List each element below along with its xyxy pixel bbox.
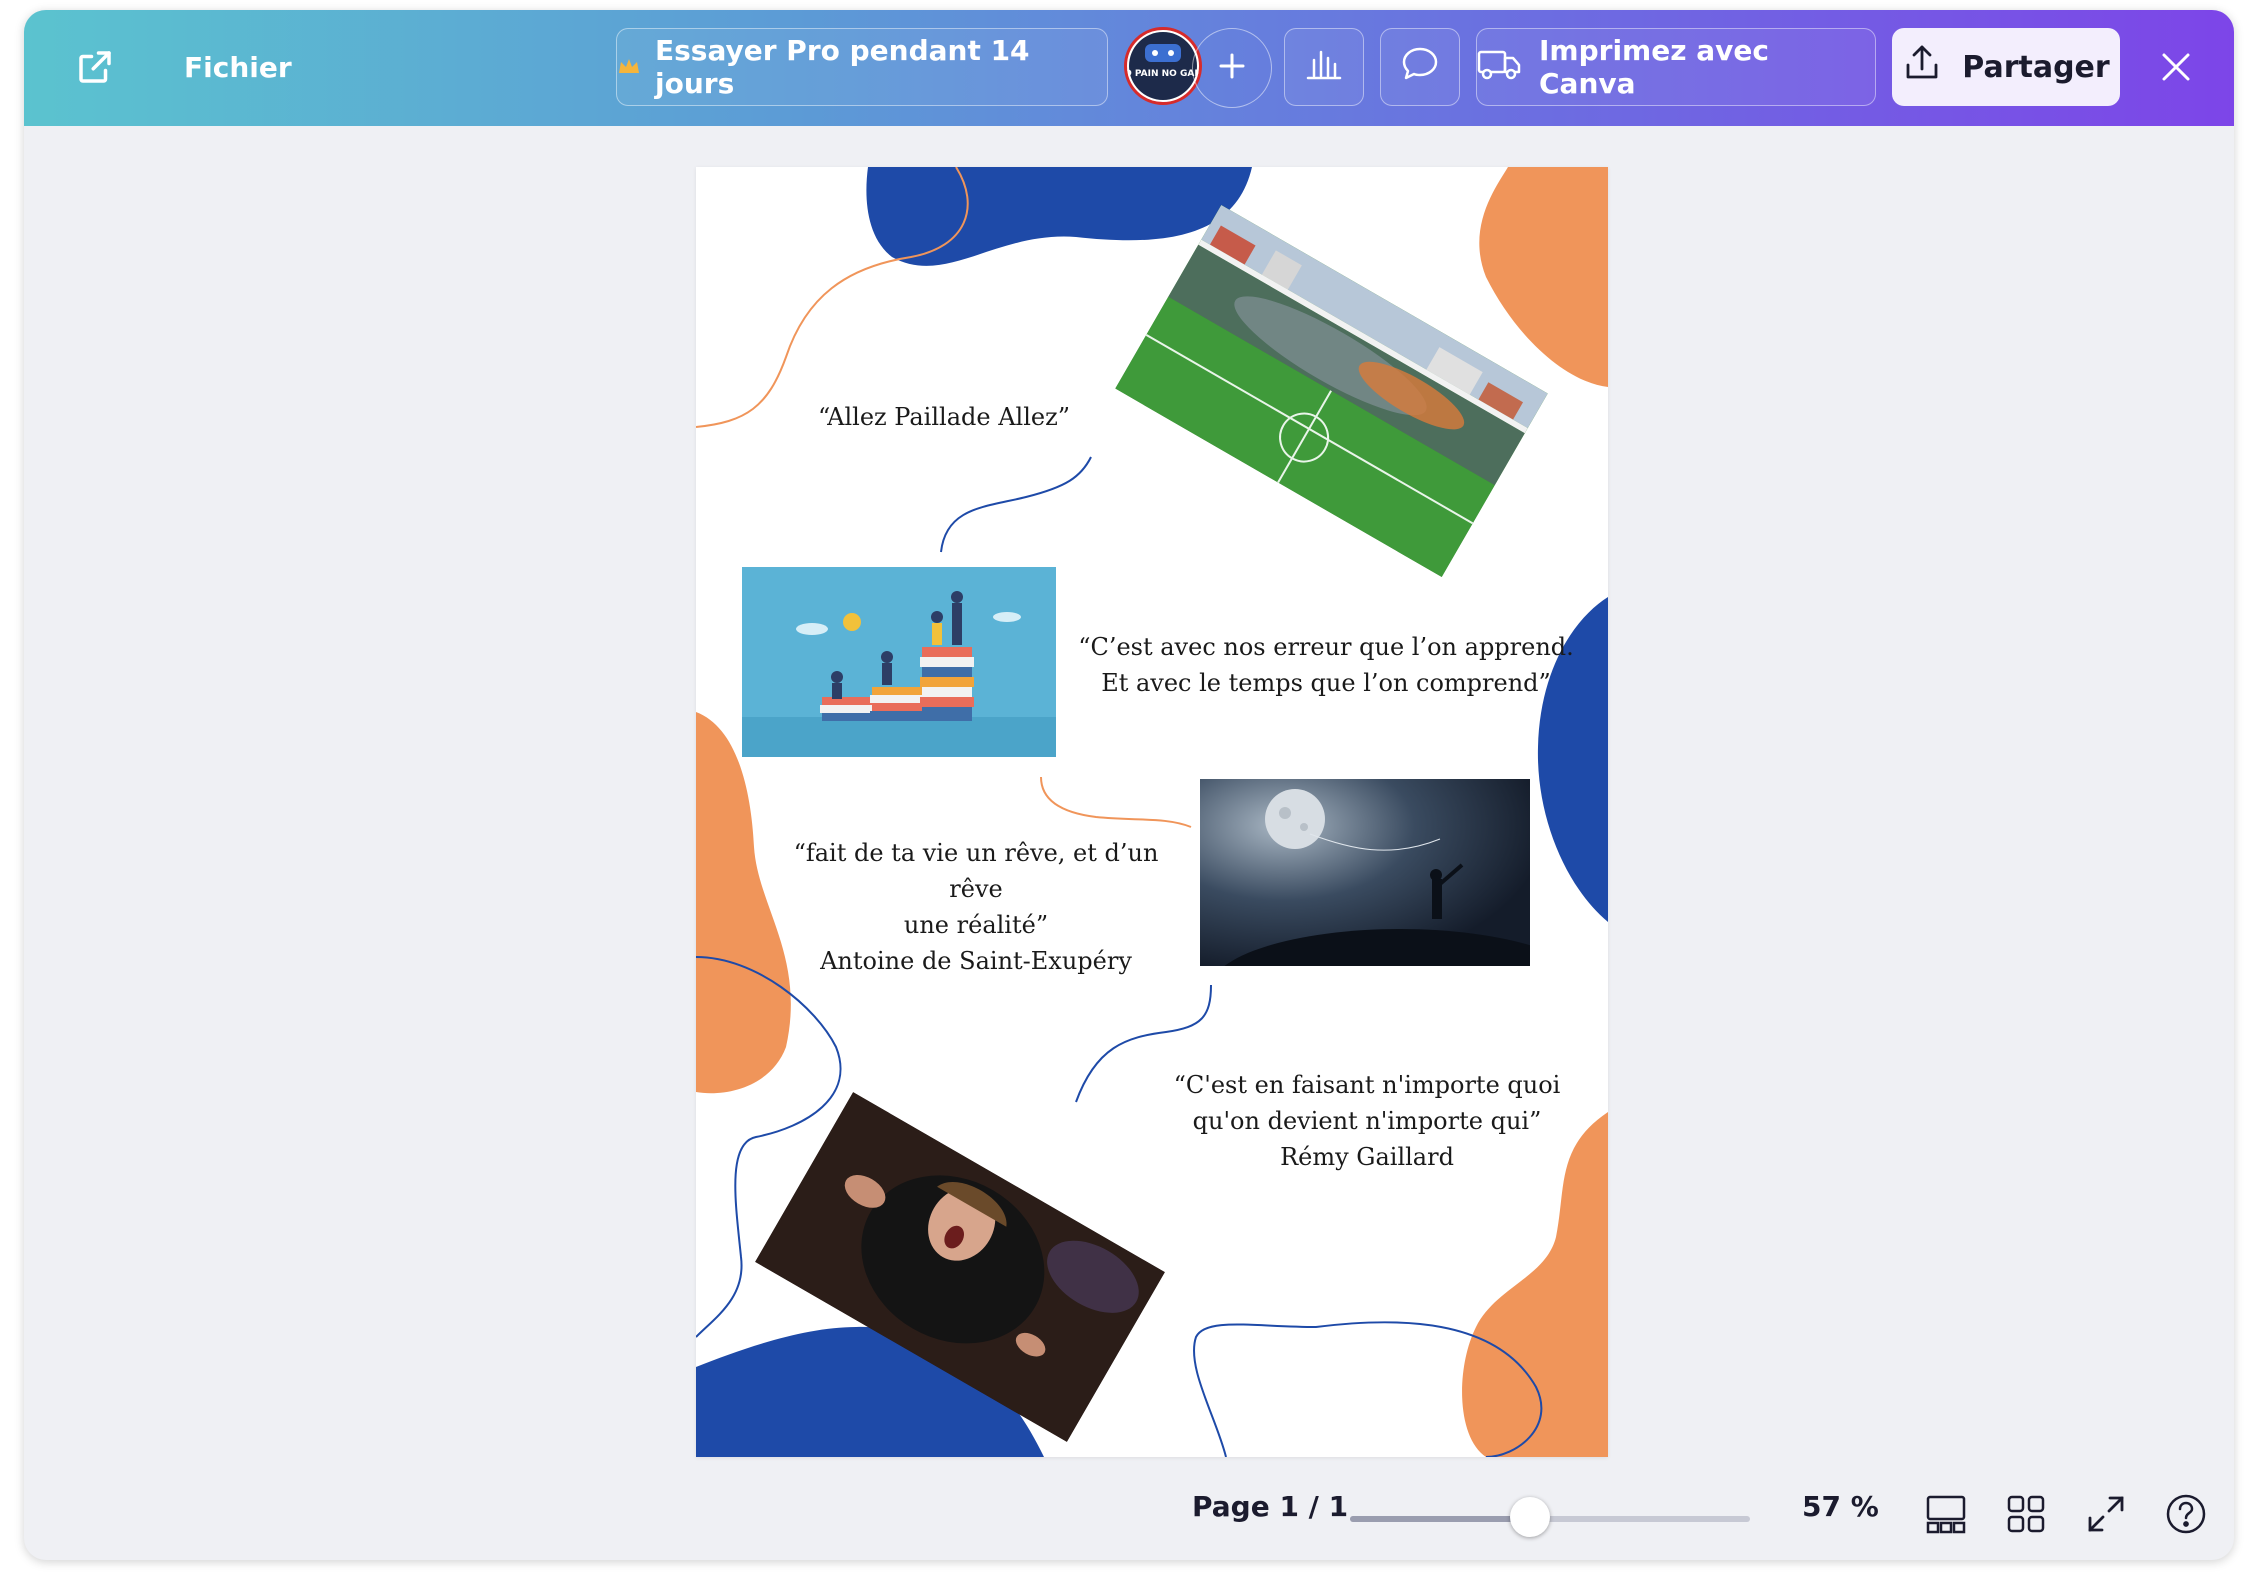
add-collaborator-button[interactable] — [1192, 28, 1272, 108]
comments-button[interactable] — [1380, 28, 1460, 106]
quote-allez-paillade[interactable]: “Allez Paillade Allez” — [774, 399, 1114, 435]
quote-erreur[interactable]: “C’est avec nos erreur que l’on apprend.… — [1066, 629, 1586, 701]
plus-icon — [1217, 51, 1247, 85]
truck-icon — [1477, 48, 1521, 87]
bar-chart-icon — [1304, 46, 1344, 89]
quote-line: une réalité” — [903, 911, 1049, 939]
quote-line: “fait de ta vie un rêve, et d’un rêve — [793, 839, 1159, 903]
share-label: Partager — [1962, 49, 2110, 85]
file-menu[interactable]: Fichier — [184, 28, 292, 106]
help-icon[interactable] — [2164, 1492, 2208, 1536]
quote-remy-gaillard[interactable]: “C'est en faisant n'importe quoi qu'on d… — [1162, 1067, 1572, 1175]
zoom-slider[interactable] — [1350, 1497, 1750, 1537]
avatar-logo-text: NO PAIN NO GAME — [1127, 69, 1199, 79]
page-view-icon[interactable] — [1924, 1492, 1968, 1536]
print-label: Imprimez avec Canva — [1539, 34, 1769, 100]
quote-author: Antoine de Saint-Exupéry — [820, 947, 1132, 975]
books-illustration[interactable] — [742, 567, 1056, 757]
zoom-slider-handle[interactable] — [1510, 1497, 1550, 1537]
avatar[interactable]: NO PAIN NO GAME — [1124, 27, 1202, 105]
close-icon[interactable] — [2158, 28, 2202, 106]
quote-line: “C'est en faisant n'importe quoi — [1173, 1071, 1561, 1099]
quote-line: Et avec le temps que l’on comprend” — [1101, 669, 1551, 697]
page-indicator[interactable]: Page 1 / 1 — [1192, 1490, 1348, 1523]
external-link-icon[interactable] — [74, 28, 124, 106]
fullscreen-icon[interactable] — [2084, 1492, 2128, 1536]
print-with-canva-button[interactable]: Imprimez avec Canva — [1476, 28, 1876, 106]
quote-saint-exupery[interactable]: “fait de ta vie un rêve, et d’un rêve un… — [766, 835, 1186, 979]
try-pro-label: Essayer Pro pendant 14 jours — [655, 34, 1030, 100]
zoom-slider-fill — [1350, 1516, 1530, 1522]
quote-line: “Allez Paillade Allez” — [817, 403, 1071, 431]
canva-window: Fichier Essayer Pro pendant 14 jours NO … — [24, 10, 2234, 1560]
share-button[interactable]: Partager — [1892, 28, 2120, 106]
quote-line: qu'on devient n'importe qui” — [1192, 1107, 1542, 1135]
try-pro-button[interactable]: Essayer Pro pendant 14 jours — [616, 28, 1108, 106]
upload-icon — [1902, 43, 1942, 91]
grid-view-icon[interactable] — [2004, 1492, 2048, 1536]
comment-icon — [1400, 45, 1440, 90]
insights-button[interactable] — [1284, 28, 1364, 106]
quote-line: “C’est avec nos erreur que l’on apprend. — [1078, 633, 1574, 661]
moon-photo[interactable] — [1200, 779, 1530, 966]
zoom-level[interactable]: 57 % — [1802, 1490, 1879, 1523]
top-toolbar: Fichier Essayer Pro pendant 14 jours NO … — [24, 10, 2234, 126]
quote-author: Rémy Gaillard — [1280, 1143, 1454, 1171]
crown-icon — [617, 51, 641, 84]
design-page[interactable]: “Allez Paillade Allez” “C’est avec nos e… — [696, 167, 1608, 1457]
